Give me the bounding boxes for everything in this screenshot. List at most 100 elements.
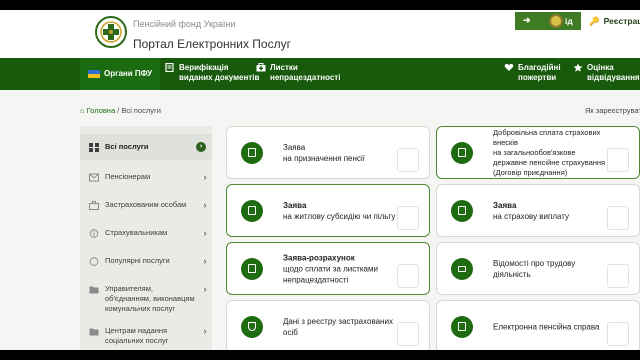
nav-verification-line2: виданих документів [179,73,260,82]
folder-icon [89,328,99,336]
decorative-document-icon [397,148,419,172]
ukraine-map-icon [88,70,100,78]
login-label: ід [565,16,573,26]
card-title: Заява [283,200,307,210]
sidebar-item-label: Всі послуги [105,142,149,151]
decorative-document-icon [607,148,629,172]
nav-rating-line1: Оцінка [587,63,614,72]
sidebar-item-label: Пенсіонерам [105,172,151,181]
card-subtitle: на страхову виплату [493,211,570,221]
chevron-right-icon: › [203,326,207,336]
sidebar-item-label: Застрахованим особам [105,200,187,209]
nav-charity-line2: пожертви [518,73,557,82]
sidebar-item-all-services[interactable]: Всі послуги › [80,134,212,160]
key-icon: 🔑 [589,15,600,26]
chevron-right-icon: › [203,284,207,294]
card-title: Заява-розрахунок [283,253,355,262]
service-card-subsidy-application[interactable]: Заява на житлову субсидію чи пільгу [226,184,430,237]
card-subtitle: на житлову субсидію чи пільгу [283,211,396,221]
pfu-logo-icon[interactable] [94,15,128,49]
info-icon [89,229,99,238]
envelope-icon [89,173,99,182]
nav-verification-line1: Верифікація [179,63,229,72]
decorative-shield-icon [397,322,419,346]
decorative-document-icon [397,206,419,230]
sidebar-item-insurers[interactable]: Страхувальникам › [80,228,212,238]
folder-icon [89,286,99,294]
nav-charity-line1: Благодійні [518,63,561,72]
decorative-document-icon [607,322,629,346]
nav-pfu-label: Органи ПФУ [104,69,153,78]
briefcase-icon [89,201,99,210]
nav-pfu-offices[interactable]: Органи ПФУ [80,58,160,90]
login-arrow-icon: ➜ [523,15,531,25]
document-icon [241,199,263,222]
breadcrumb: ⌂ Головна / Всі послуги [80,106,161,115]
emblem-icon [549,14,563,28]
service-card-insured-registry[interactable]: Дані з реєстру застрахованих осіб [226,300,430,350]
shield-icon [241,315,263,338]
star-rating-icon [573,63,583,72]
nav-sick-line2: непрацездатності [270,73,341,82]
card-subtitle: щодо сплати за листками непрацездатності [283,264,378,284]
services-sidebar: Всі послуги › Пенсіонерам › Застраховани… [80,126,212,350]
document-icon [241,257,263,280]
decorative-document-icon [397,264,419,288]
nav-charity[interactable]: Благодійні пожертви [504,58,568,90]
card-subtitle: на призначення пенсії [283,153,365,163]
sidebar-item-label: Управителям, об'єднанням, виконавцям ком… [105,284,195,313]
nav-rating-line2: відвідування ПФУ [587,73,640,82]
card-subtitle: Відомості про трудову діяльність [493,258,576,279]
decorative-document-icon [607,206,629,230]
nav-sick-leave[interactable]: Листки непрацездатності [256,58,340,90]
card-title: Заява [493,200,517,210]
home-icon[interactable]: ⌂ [80,106,85,115]
service-card-sick-leave-calculation[interactable]: Заява-розрахунок щодо сплати за листками … [226,242,430,295]
sidebar-item-label: Популярні послуги [105,256,170,265]
sidebar-item-managers[interactable]: Управителям, об'єднанням, виконавцям ком… [80,284,212,314]
card-subtitle: Електронна пенсійна справа [493,322,600,331]
card-title: Добровільна сплата страхових внесків [493,127,601,147]
document-icon [451,315,473,338]
portal-title[interactable]: Портал Електронних Послуг [133,37,291,51]
service-card-insurance-payment[interactable]: Заява на страхову виплату [436,184,640,237]
service-card-voluntary-contributions[interactable]: Добровільна сплата страхових внесків на … [436,126,640,179]
breadcrumb-home[interactable]: Головна [87,106,116,115]
main-nav: Органи ПФУ Верифікація виданих документів… [0,58,640,90]
nav-verification[interactable]: Верифікація виданих документів [165,58,259,90]
site-header: Пенсійний фонд України Портал Електронни… [0,10,640,58]
sidebar-item-social-centers[interactable]: Центрам надання соціальних послуг › [80,326,212,346]
card-title: Заява [283,142,306,152]
chevron-right-icon: › [203,200,207,210]
document-icon [451,141,473,164]
how-to-register-link[interactable]: Як зареєструвати [585,106,640,115]
chevron-right-icon: › [196,142,206,152]
register-button[interactable]: 🔑 Реєстрація [583,12,640,30]
service-card-work-history[interactable]: Відомості про трудову діяльність [436,242,640,295]
login-button[interactable]: ➜ ід [515,12,581,30]
medical-bag-icon [256,63,266,72]
nav-rating[interactable]: Оцінкавідвідування ПФУ [573,58,640,90]
browser-viewport: Пенсійний фонд України Портал Електронни… [0,10,640,350]
grid-icon [89,143,99,152]
org-name: Пенсійний фонд України [133,19,236,29]
sidebar-item-insured[interactable]: Застрахованим особам › [80,200,212,210]
donation-icon [504,63,514,71]
chevron-right-icon: › [203,172,207,182]
breadcrumb-current: / Всі послуги [117,106,161,115]
document-icon [451,199,473,222]
sidebar-item-label: Центрам надання соціальних послуг [105,326,169,345]
register-label: Реєстрація [603,16,640,26]
nav-sick-line1: Листки [270,63,298,72]
decorative-envelope-icon [607,264,629,288]
sidebar-item-pensioners[interactable]: Пенсіонерам › [80,172,212,182]
service-card-electronic-pension-file[interactable]: Електронна пенсійна справа [436,300,640,350]
envelope-icon [451,257,473,280]
document-icon [241,141,263,164]
service-card-pension-application[interactable]: Заява на призначення пенсії [226,126,430,179]
sidebar-item-popular[interactable]: Популярні послуги › [80,256,212,266]
chevron-right-icon: › [203,228,207,238]
chevron-right-icon: › [203,256,207,266]
sidebar-item-label: Страхувальникам [105,228,168,237]
card-subtitle: на загальнообов'язкове державне пенсійне… [493,147,606,177]
